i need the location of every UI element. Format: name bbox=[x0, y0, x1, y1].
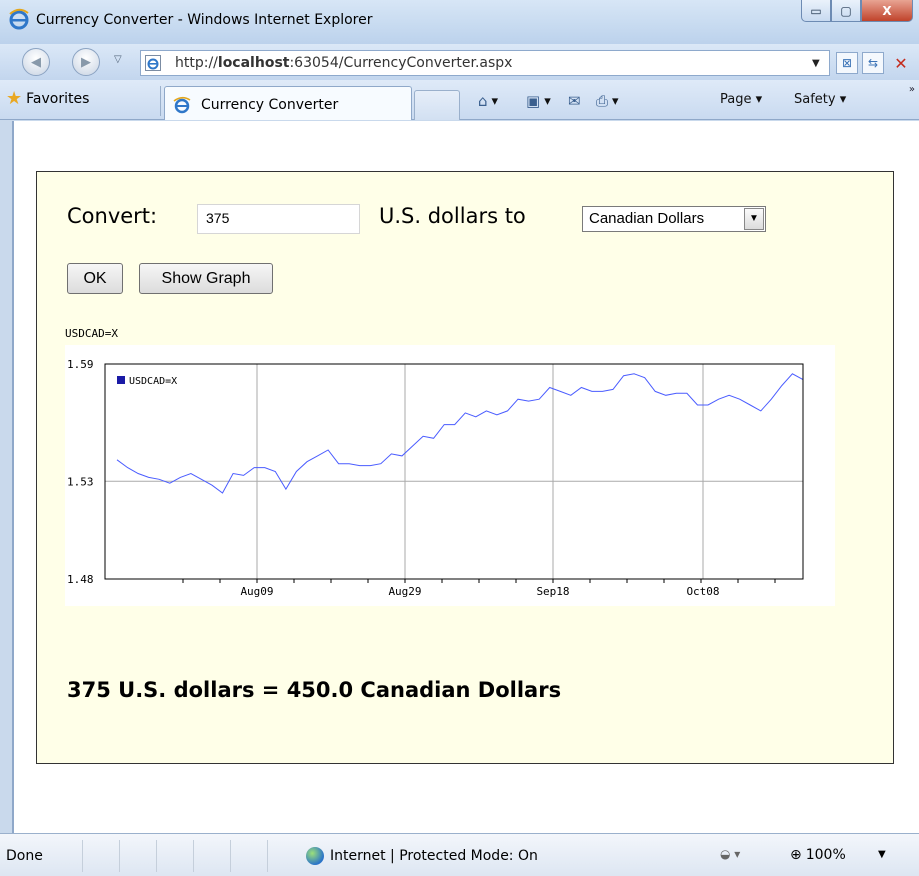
address-bar[interactable]: http://localhost:63054/CurrencyConverter… bbox=[140, 50, 830, 76]
mail-icon: ✉ bbox=[568, 92, 581, 110]
recent-pages-dropdown-icon[interactable]: ▽ bbox=[114, 54, 122, 65]
exchange-rate-chart: USDCAD=X 1.59 1.53 1.48 Aug09 Aug29 Sep18 Oct… bbox=[65, 327, 835, 606]
new-tab-button[interactable] bbox=[414, 90, 460, 120]
conversion-result: 375 U.S. dollars = 450.0 Canadian Dollar… bbox=[67, 678, 562, 702]
currency-to-label: U.S. dollars to bbox=[379, 204, 526, 228]
url-path: :63054/CurrencyConverter.aspx bbox=[289, 55, 513, 71]
chart-title: USDCAD=X bbox=[65, 327, 118, 340]
status-bar: Done Internet | Protected Mode: On ◒ ▾ ⊕… bbox=[0, 833, 919, 876]
currency-select-value: Canadian Dollars bbox=[589, 210, 705, 227]
tab-bar: ★ Favorites Currency Converter ⌂ ▾ ▣ ▾ ✉ ⎙… bbox=[0, 80, 919, 120]
status-cell bbox=[156, 840, 193, 872]
divider bbox=[160, 86, 161, 116]
close-button[interactable]: X bbox=[861, 0, 913, 22]
window-title: Currency Converter - Windows Internet Ex… bbox=[36, 12, 373, 28]
title-bar: Currency Converter - Windows Internet Ex… bbox=[0, 0, 919, 44]
forward-button[interactable]: ▶ bbox=[72, 48, 100, 76]
feeds-dropdown-icon: ▾ bbox=[544, 93, 551, 109]
tab-currency-converter[interactable]: Currency Converter bbox=[164, 86, 412, 120]
stop-button[interactable]: ✕ bbox=[890, 52, 912, 74]
zoom-button[interactable]: ⊕ 100% bbox=[790, 847, 846, 863]
status-cells bbox=[82, 840, 304, 872]
converter-panel: Convert: 375 U.S. dollars to Canadian Do… bbox=[36, 171, 894, 764]
security-zone-label: Internet | Protected Mode: On bbox=[330, 848, 538, 864]
refresh-icon: ⇆ bbox=[867, 56, 879, 70]
home-dropdown-icon: ▾ bbox=[491, 93, 499, 109]
legend-swatch bbox=[117, 376, 125, 384]
zoom-level: 100% bbox=[805, 847, 846, 863]
more-commands-chevron-icon[interactable]: » bbox=[909, 84, 915, 95]
chart-xtick-label: Aug29 bbox=[388, 585, 421, 598]
page-content: Convert: 375 U.S. dollars to Canadian Do… bbox=[12, 121, 919, 833]
favorites-label: Favorites bbox=[26, 91, 90, 107]
tab-ie-icon bbox=[173, 96, 191, 114]
amount-input[interactable]: 375 bbox=[197, 204, 360, 234]
safety-menu[interactable]: Safety ▾ bbox=[794, 92, 846, 107]
compatibility-icon: ⊠ bbox=[841, 56, 853, 70]
print-dropdown-icon: ▾ bbox=[612, 93, 619, 109]
chart-xtick-label: Aug09 bbox=[240, 585, 273, 598]
status-cell bbox=[267, 840, 304, 872]
navigation-bar: ◀ ▶ ▽ http://localhost:63054/CurrencyCon… bbox=[0, 44, 919, 80]
mail-button[interactable]: ✉ bbox=[568, 92, 581, 110]
url-text[interactable]: http://localhost:63054/CurrencyConverter… bbox=[175, 55, 512, 71]
zoom-dropdown-icon[interactable]: ▼ bbox=[878, 849, 886, 860]
url-host: localhost bbox=[217, 55, 290, 71]
home-icon: ⌂ bbox=[478, 92, 488, 110]
address-dropdown-icon[interactable]: ▼ bbox=[812, 58, 820, 69]
chart-background bbox=[65, 345, 835, 606]
refresh-button[interactable]: ⇆ bbox=[862, 52, 884, 74]
url-scheme: http:// bbox=[175, 55, 218, 71]
maximize-button[interactable]: ▢ bbox=[831, 0, 861, 22]
back-arrow-icon: ◀ bbox=[31, 54, 41, 70]
protected-mode-icon[interactable]: ◒ ▾ bbox=[720, 847, 740, 861]
printer-icon: ⎙ bbox=[596, 92, 609, 110]
tab-label: Currency Converter bbox=[201, 97, 339, 113]
chart-xtick-label: Sep18 bbox=[536, 585, 569, 598]
magnifier-icon: ⊕ bbox=[790, 847, 802, 863]
page-ie-icon bbox=[145, 55, 161, 71]
status-cell bbox=[193, 840, 230, 872]
compatibility-view-button[interactable]: ⊠ bbox=[836, 52, 858, 74]
convert-label: Convert: bbox=[67, 204, 158, 228]
status-cell bbox=[230, 840, 267, 872]
page-menu[interactable]: Page ▾ bbox=[720, 92, 762, 107]
currency-select[interactable]: Canadian Dollars ▼ bbox=[582, 206, 766, 232]
status-cell bbox=[82, 840, 119, 872]
chart-ytick-label: 1.53 bbox=[67, 475, 94, 488]
home-button[interactable]: ⌂ ▾ bbox=[478, 92, 498, 110]
status-cell bbox=[119, 840, 156, 872]
back-button[interactable]: ◀ bbox=[22, 48, 50, 76]
star-icon: ★ bbox=[6, 88, 23, 109]
chart-ytick-label: 1.48 bbox=[67, 573, 94, 586]
rss-feed-icon: ▣ bbox=[526, 92, 541, 110]
legend-label: USDCAD=X bbox=[129, 376, 177, 387]
chart-ytick-label: 1.59 bbox=[67, 358, 94, 371]
feeds-button[interactable]: ▣ ▾ bbox=[526, 92, 551, 110]
stop-icon: ✕ bbox=[894, 53, 908, 73]
show-graph-button[interactable]: Show Graph bbox=[139, 263, 273, 294]
forward-arrow-icon: ▶ bbox=[81, 54, 91, 70]
favorites-button[interactable]: ★ Favorites bbox=[6, 90, 89, 108]
dropdown-arrow-icon[interactable]: ▼ bbox=[744, 208, 764, 230]
security-zone[interactable]: Internet | Protected Mode: On bbox=[306, 847, 538, 865]
globe-icon bbox=[306, 847, 324, 865]
ie-logo-icon bbox=[9, 8, 29, 30]
chart-xtick-label: Oct08 bbox=[686, 585, 719, 598]
ok-button[interactable]: OK bbox=[67, 263, 123, 294]
minimize-button[interactable]: ▭ bbox=[801, 0, 831, 22]
print-button[interactable]: ⎙ ▾ bbox=[596, 92, 619, 110]
status-text: Done bbox=[6, 848, 43, 864]
